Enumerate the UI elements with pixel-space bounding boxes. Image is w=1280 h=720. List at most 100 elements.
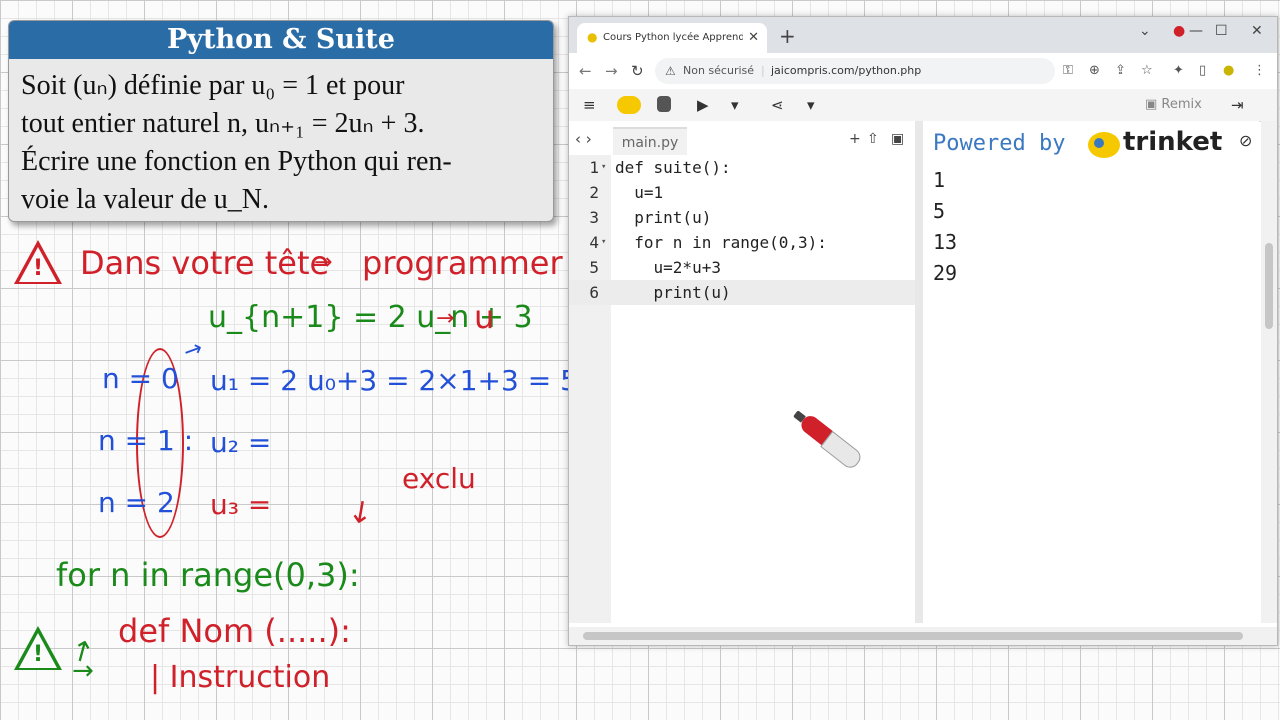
- code-text: u=2*u+3: [615, 258, 721, 277]
- note-def-line: def Nom (.....):: [118, 612, 351, 650]
- console-output: 1 5 13 29: [933, 165, 957, 289]
- star-icon[interactable]: ☆: [1141, 59, 1153, 83]
- note-excluded: exclu: [402, 462, 476, 495]
- tab-bar: ● Cours Python lycée Apprendre à ✕ + ⌄ ●…: [569, 17, 1277, 53]
- output-line: 13: [933, 230, 958, 254]
- problem-box: Python & Suite Soit (uₙ) définie par u₀ …: [8, 20, 554, 222]
- warning-icon: !: [14, 238, 62, 286]
- code-text: def suite():: [615, 158, 731, 177]
- pane-splitter[interactable]: [915, 121, 923, 623]
- arrow-icon: ↙: [340, 489, 381, 534]
- code-line: 1 ▾ def suite():: [569, 155, 915, 180]
- sidebar-icon[interactable]: ▯: [1199, 59, 1206, 83]
- share-icon[interactable]: ⋖: [771, 93, 784, 117]
- url-field[interactable]: ⚠ Non sécurisé | jaicompris.com/python.p…: [655, 58, 1055, 84]
- back-icon[interactable]: ←: [579, 59, 592, 83]
- warning-icon: ⚠: [665, 64, 676, 78]
- powered-by-label: Powered by: [933, 131, 1066, 156]
- note-u3: u₃ =: [210, 488, 272, 521]
- python-icon[interactable]: [657, 96, 671, 112]
- code-line-active: 6 print(u): [569, 280, 915, 305]
- remix-label: Remix: [1161, 97, 1202, 112]
- arrow-right-icon: →: [436, 306, 455, 331]
- key-icon[interactable]: ⚿: [1063, 59, 1073, 83]
- problem-line-3: Écrire une fonction en Python qui ren-: [21, 146, 452, 177]
- arrow-right-icon: →: [314, 250, 333, 275]
- add-file-icon[interactable]: +: [849, 129, 861, 149]
- close-tab-icon[interactable]: ✕: [748, 23, 759, 53]
- note-n-2: n = 2: [98, 486, 175, 519]
- code-line: 4 ▾ for n in range(0,3):: [569, 230, 915, 255]
- note-u2: u₂ =: [210, 426, 272, 459]
- trinket-logo-icon: [1088, 132, 1120, 158]
- lightbulb-icon: ●: [587, 30, 598, 44]
- upload-icon[interactable]: ⇧: [867, 129, 879, 149]
- hamburger-menu-icon[interactable]: ≡: [583, 93, 596, 117]
- note-for-line: for n in range(0,3):: [56, 556, 360, 594]
- line-number: 1: [589, 158, 599, 177]
- address-bar: ← → ↻ ⚠ Non sécurisé | jaicompris.com/py…: [569, 53, 1277, 90]
- code-text: print(u): [615, 208, 712, 227]
- code-line: 2 u=1: [569, 180, 915, 205]
- problem-text: Soit (uₙ) définie par u₀ = 1 et pour tou…: [9, 59, 553, 219]
- reload-icon[interactable]: ↻: [631, 59, 644, 83]
- maximize-icon[interactable]: ☐: [1215, 21, 1228, 41]
- note-instruction: | Instruction: [150, 660, 331, 695]
- run-icon[interactable]: ▶: [697, 93, 709, 117]
- trinket-toolbar: ≡ ▶ ▾ ⋖ ▾ ▣ Remix ⇥: [569, 89, 1277, 122]
- close-window-icon[interactable]: ✕: [1251, 21, 1263, 41]
- file-tab[interactable]: main.py: [613, 127, 687, 157]
- problem-title: Python & Suite: [9, 21, 553, 59]
- browser-window: ● Cours Python lycée Apprendre à ✕ + ⌄ ●…: [568, 16, 1278, 646]
- extensions-icon[interactable]: ✦: [1173, 59, 1184, 83]
- code-text: u=1: [615, 183, 664, 202]
- share-icon[interactable]: ⇪: [1115, 59, 1126, 83]
- expand-arrows-icon[interactable]: ‹ ›: [575, 127, 592, 151]
- scroll-thumb[interactable]: [1265, 243, 1273, 329]
- chevron-down-icon[interactable]: ⌄: [1139, 21, 1151, 41]
- remix-button[interactable]: ▣ Remix: [1145, 93, 1202, 117]
- lightbulb-icon[interactable]: ●: [1223, 59, 1234, 83]
- forward-icon[interactable]: →: [605, 59, 618, 83]
- line-number: 2: [589, 183, 599, 202]
- note-recurrence-target: u: [474, 298, 495, 336]
- note-heading-target: programmer: [362, 244, 563, 282]
- warning-icon: !: [14, 624, 62, 672]
- browser-tab[interactable]: ● Cours Python lycée Apprendre à ✕: [577, 23, 767, 53]
- fold-icon[interactable]: ▾: [601, 155, 606, 180]
- file-bar: ‹ › main.py + ⇧ ▣: [569, 121, 915, 157]
- marker-pen-icon: [789, 405, 866, 472]
- chevron-down-icon[interactable]: ▾: [807, 93, 815, 117]
- profile-icon[interactable]: ●: [1173, 21, 1185, 41]
- trinket-logo-icon[interactable]: [617, 96, 641, 114]
- note-u1: u₁ = 2 u₀+3 = 2×1+3 = 5: [210, 364, 578, 397]
- image-icon[interactable]: ▣: [891, 129, 904, 149]
- new-tab-button[interactable]: +: [779, 23, 796, 49]
- minimize-icon[interactable]: —: [1189, 21, 1203, 41]
- chevron-down-icon[interactable]: ▾: [731, 93, 739, 117]
- code-text: print(u): [615, 283, 731, 302]
- tab-title: Cours Python lycée Apprendre à: [603, 32, 743, 43]
- problem-line-4: voie la valeur de u_N.: [21, 184, 270, 215]
- scroll-thumb[interactable]: [583, 632, 1243, 640]
- code-text: for n in range(0,3):: [615, 233, 827, 252]
- output-pane: Powered by trinket ⊘ 1 5 13 29: [923, 121, 1259, 623]
- remix-icon: ▣: [1145, 97, 1162, 112]
- vertical-scrollbar[interactable]: [1261, 121, 1277, 623]
- problem-line-1: Soit (uₙ) définie par u₀ = 1 et pour: [21, 70, 405, 101]
- no-icon: ⊘: [1239, 131, 1253, 150]
- zoom-icon[interactable]: ⊕: [1089, 59, 1100, 83]
- note-n-1: n = 1 :: [98, 424, 194, 457]
- line-number: 6: [589, 283, 599, 302]
- problem-line-2: tout entier naturel n, uₙ₊₁ = 2uₙ + 3.: [21, 108, 425, 139]
- output-line: 5: [933, 199, 946, 223]
- fold-icon[interactable]: ▾: [601, 230, 606, 255]
- horizontal-scrollbar[interactable]: [569, 627, 1277, 645]
- code-editor[interactable]: 1 ▾ def suite(): 2 u=1 3 print(u) 4 ▾ fo…: [569, 155, 915, 623]
- trinket-brand: trinket: [1123, 127, 1223, 157]
- url-text: jaicompris.com/python.php: [771, 64, 922, 77]
- menu-dots-icon[interactable]: ⋮: [1253, 59, 1266, 83]
- output-line: 29: [933, 261, 958, 285]
- login-icon[interactable]: ⇥: [1231, 93, 1244, 117]
- code-line: 3 print(u): [569, 205, 915, 230]
